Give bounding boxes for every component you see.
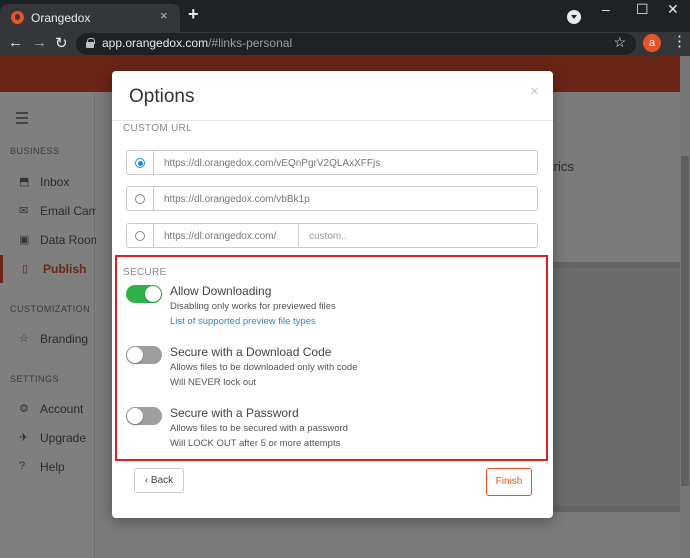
tab-title: Orangedox — [31, 11, 91, 25]
url-field-2[interactable]: https://dl.orangedox.com/vbBk1p — [154, 186, 538, 211]
orangedox-favicon-icon — [11, 11, 24, 24]
forward-arrow-icon[interactable]: → — [32, 34, 47, 51]
custom-url-label: CUSTOM URL — [123, 123, 192, 134]
radio-box[interactable] — [126, 223, 154, 248]
radio-box[interactable] — [126, 186, 154, 211]
back-button[interactable]: ‹ Back — [134, 468, 184, 493]
finish-button[interactable]: Finish — [486, 468, 532, 496]
back-arrow-icon[interactable]: ← — [8, 34, 23, 51]
url-field-1[interactable]: https://dl.orangedox.com/vEQnPgrV2QLAxXF… — [154, 150, 538, 175]
reload-icon[interactable]: ↻ — [55, 34, 68, 52]
custom-url-prefix: https://dl.orangedox.com/ — [154, 223, 299, 248]
supported-file-types-link[interactable]: List of supported preview file types — [170, 316, 316, 327]
download-code-title: Secure with a Download Code — [170, 345, 332, 359]
toggle-knob — [145, 286, 161, 302]
url-text[interactable]: app.orangedox.com/#links-personal — [102, 36, 292, 50]
secure-label: SECURE — [123, 267, 167, 278]
download-code-desc: Allows files to be downloaded only with … — [170, 362, 358, 373]
download-code-note: Will NEVER lock out — [170, 377, 257, 388]
url-radio-2[interactable] — [135, 194, 145, 204]
bookmark-star-icon[interactable]: ☆ — [613, 34, 626, 51]
minimize-button[interactable]: – — [602, 1, 610, 17]
download-code-row: Secure with a Download Code Allows files… — [126, 345, 526, 394]
modal-divider — [112, 120, 553, 121]
toggle-knob — [127, 408, 143, 424]
browser-menu-icon[interactable]: ⋮ — [672, 34, 687, 49]
custom-url-input[interactable]: custom.. — [298, 223, 538, 248]
browser-tab[interactable]: Orangedox × — [0, 4, 180, 32]
url-radio-1[interactable] — [135, 158, 145, 168]
allow-downloading-desc: Disabling only works for previewed files — [170, 301, 336, 312]
lock-icon — [86, 38, 95, 48]
browser-tab-bar: Orangedox × + – ☐ ✕ — [0, 0, 690, 32]
options-modal: Options × CUSTOM URL https://dl.orangedo… — [112, 71, 553, 518]
page-viewport: BUSINESS ⬒ Inbox ✉ Email Campai ▣ Data R… — [0, 56, 690, 558]
download-code-toggle[interactable] — [126, 346, 162, 364]
url-path: /#links-personal — [208, 36, 293, 50]
allow-downloading-toggle[interactable] — [126, 285, 162, 303]
tab-close-icon[interactable]: × — [160, 8, 168, 23]
url-option-custom: https://dl.orangedox.com/ custom.. — [126, 223, 538, 248]
browser-toolbar: ← → ↻ app.orangedox.com/#links-personal … — [0, 32, 690, 56]
password-note: Will LOCK OUT after 5 or more attempts — [170, 438, 341, 449]
url-radio-custom[interactable] — [135, 231, 145, 241]
allow-downloading-title: Allow Downloading — [170, 284, 272, 298]
url-option-2: https://dl.orangedox.com/vbBk1p — [126, 186, 538, 211]
close-window-button[interactable]: ✕ — [667, 1, 679, 18]
close-icon[interactable]: × — [530, 83, 539, 100]
radio-box[interactable] — [126, 150, 154, 175]
address-bar[interactable]: app.orangedox.com/#links-personal ☆ — [76, 33, 636, 55]
password-toggle[interactable] — [126, 407, 162, 425]
media-control-icon[interactable] — [567, 10, 581, 24]
new-tab-button[interactable]: + — [188, 4, 199, 25]
password-title: Secure with a Password — [170, 406, 299, 420]
allow-downloading-row: Allow Downloading Disabling only works f… — [126, 284, 526, 333]
url-option-1: https://dl.orangedox.com/vEQnPgrV2QLAxXF… — [126, 150, 538, 175]
modal-title: Options — [129, 86, 195, 107]
maximize-button[interactable]: ☐ — [636, 1, 649, 18]
toggle-knob — [127, 347, 143, 363]
url-host: app.orangedox.com — [102, 36, 209, 50]
password-row: Secure with a Password Allows files to b… — [126, 406, 526, 455]
profile-avatar[interactable]: a — [643, 34, 661, 52]
password-desc: Allows files to be secured with a passwo… — [170, 423, 348, 434]
